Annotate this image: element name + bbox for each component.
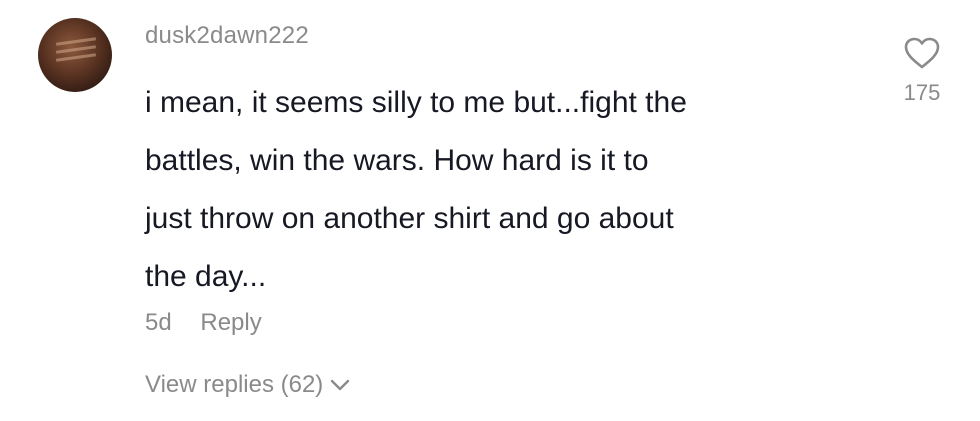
view-replies-label: View replies (62) [145,371,324,398]
like-area: 175 [898,36,946,106]
comment-text-line: just throw on another shirt and go about [145,202,674,235]
view-replies-button[interactable]: View replies (62) [145,371,351,399]
username[interactable]: dusk2dawn222 [145,22,309,50]
comment-text: i mean, it seems silly to me but...fight… [145,74,845,306]
comment-item: dusk2dawn222 i mean, it seems silly to m… [0,0,980,421]
timestamp: 5d [145,309,172,336]
avatar[interactable] [38,18,112,92]
chevron-down-icon [331,379,350,391]
heart-outline-icon[interactable] [903,36,941,70]
comment-meta: 5d Reply [145,309,262,337]
comment-text-line: i mean, it seems silly to me but...fight… [145,86,687,119]
reply-button[interactable]: Reply [200,309,261,336]
like-count: 175 [903,80,941,105]
comment-text-line: the day... [145,260,267,293]
comment-text-line: battles, win the wars. How hard is it to [145,144,649,177]
